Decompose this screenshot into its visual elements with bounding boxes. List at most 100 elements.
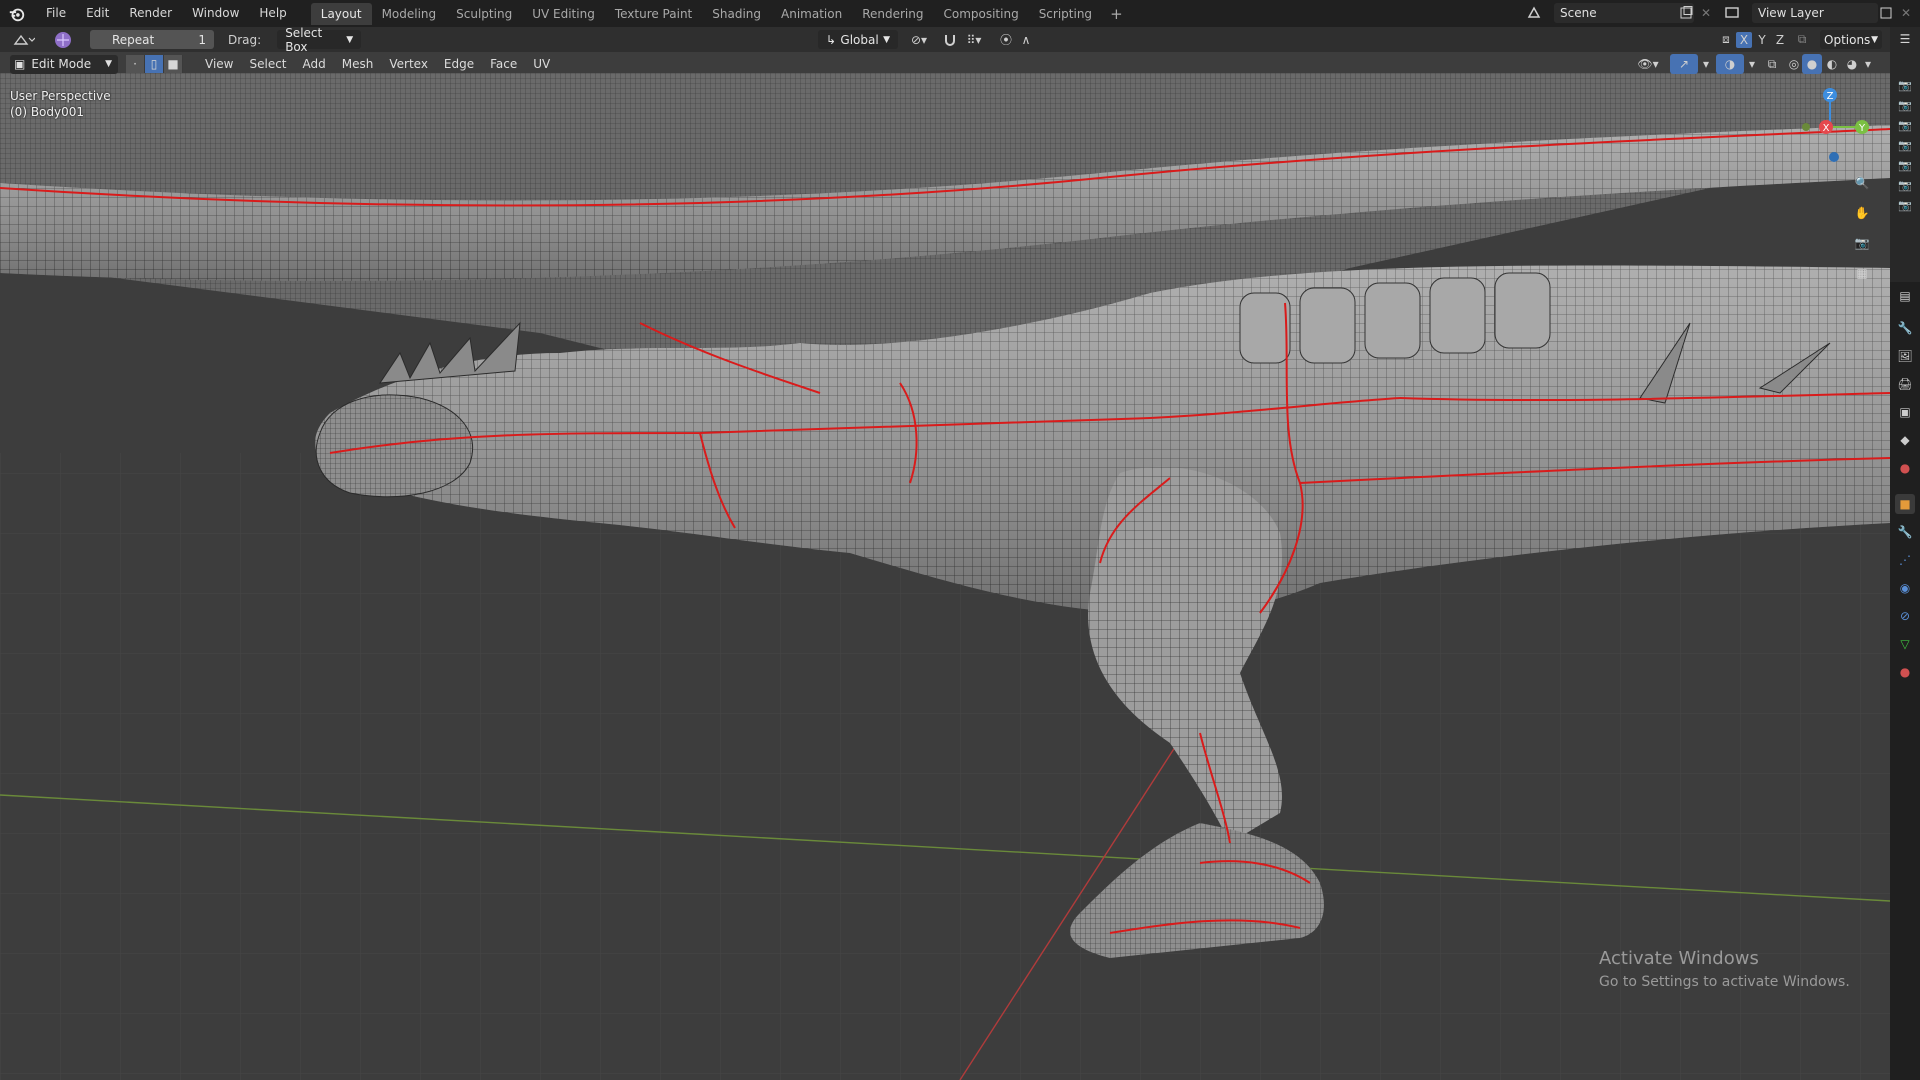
menu-help[interactable]: Help	[249, 0, 296, 27]
render-toggle-icon[interactable]: 📷	[1895, 95, 1915, 115]
pivot-point-icon[interactable]: ⊘▾	[904, 30, 934, 50]
particles-tab-icon[interactable]: ⋰	[1895, 550, 1915, 570]
render-toggle-icon[interactable]: 📷	[1895, 175, 1915, 195]
falloff-icon[interactable]: ∧	[1016, 30, 1036, 50]
chevron-down-icon[interactable]: ▾	[1700, 54, 1712, 74]
menu-uv[interactable]: UV	[525, 53, 558, 75]
grid-icon[interactable]: ▦	[1852, 263, 1872, 283]
mirror-z-toggle[interactable]: Z	[1772, 32, 1788, 48]
view-layer-field[interactable]: View Layer	[1752, 3, 1878, 23]
new-scene-icon[interactable]	[1676, 3, 1696, 23]
menu-edge[interactable]: Edge	[436, 53, 482, 75]
camera-icon[interactable]: 📷	[1852, 233, 1872, 253]
chevron-down-icon[interactable]: ▾	[1862, 54, 1874, 74]
render-toggle-icon[interactable]: 📷	[1895, 135, 1915, 155]
solid-shading-icon[interactable]: ●	[1802, 54, 1822, 74]
gizmo-icon[interactable]: ↗	[1670, 54, 1698, 74]
repeat-count: 1	[198, 32, 206, 47]
menu-window[interactable]: Window	[182, 0, 249, 27]
viewport-canvas[interactable]	[0, 53, 1890, 1080]
tab-animation[interactable]: Animation	[771, 3, 852, 25]
scene-browse-icon[interactable]	[1524, 3, 1544, 23]
menu-add[interactable]: Add	[295, 53, 334, 75]
tab-uv-editing[interactable]: UV Editing	[522, 3, 605, 25]
remove-view-layer-icon[interactable]: ✕	[1896, 3, 1916, 23]
modifier-tab-icon[interactable]: 🔧	[1895, 522, 1915, 542]
navigation-gizmo[interactable]: Z Y X	[1790, 85, 1870, 165]
menu-face[interactable]: Face	[482, 53, 525, 75]
constraints-tab-icon[interactable]: ⊘	[1895, 606, 1915, 626]
chevron-down-icon[interactable]: ▾	[1746, 54, 1758, 74]
mirror-y-toggle[interactable]: Y	[1754, 32, 1770, 48]
scene-name: Scene	[1560, 6, 1597, 20]
3d-viewport[interactable]: User Perspective (0) Body001 Z Y X 🔍 ✋ 📷…	[0, 53, 1890, 1080]
activation-watermark-subtitle: Go to Settings to activate Windows.	[1599, 974, 1850, 990]
xray-icon[interactable]: ⧉	[1762, 54, 1782, 74]
remove-scene-icon[interactable]: ✕	[1696, 3, 1716, 23]
snap-target-icon[interactable]: ⠿▾	[960, 30, 988, 50]
hand-icon[interactable]: ✋	[1852, 203, 1872, 223]
editor-type-icon[interactable]	[10, 30, 38, 50]
render-toggle-icon[interactable]: 📷	[1895, 195, 1915, 215]
outliner-icon[interactable]: ☰	[1895, 29, 1915, 49]
physics-tab-icon[interactable]: ◉	[1895, 578, 1915, 598]
mirror-x-toggle[interactable]: X	[1736, 31, 1752, 48]
view-layer-icon[interactable]	[1722, 3, 1742, 23]
edge-select-icon[interactable]: ▯	[145, 55, 164, 73]
render-toggle-icon[interactable]: 📷	[1895, 155, 1915, 175]
transform-orientation-select[interactable]: ↳ Global ▼	[818, 30, 898, 49]
active-tool-icon[interactable]	[52, 30, 74, 50]
blender-logo-icon[interactable]	[8, 5, 26, 23]
render-tab-icon[interactable]: 🖼	[1895, 346, 1915, 366]
output-tab-icon[interactable]: 🖨	[1895, 374, 1915, 394]
menu-select[interactable]: Select	[241, 53, 294, 75]
menu-mesh[interactable]: Mesh	[334, 53, 382, 75]
tab-scripting[interactable]: Scripting	[1029, 3, 1102, 25]
active-object-name: (0) Body001	[10, 105, 85, 119]
world-tab-icon[interactable]: ●	[1895, 458, 1915, 478]
repeat-button[interactable]: Repeat 1	[90, 30, 214, 49]
rendered-shading-icon[interactable]: ◕	[1842, 54, 1862, 74]
properties-editor-icon[interactable]: ▤	[1895, 286, 1915, 306]
snap-icon[interactable]	[940, 30, 960, 50]
mirror-icon[interactable]: ⧈	[1716, 30, 1736, 50]
tab-sculpting[interactable]: Sculpting	[446, 3, 522, 25]
zoom-icon[interactable]: 🔍	[1852, 173, 1872, 193]
face-select-icon[interactable]: ■	[164, 55, 183, 73]
render-toggle-icon[interactable]: 📷	[1895, 115, 1915, 135]
menu-vertex[interactable]: Vertex	[381, 53, 436, 75]
mode-select[interactable]: ▣ Edit Mode ▼	[10, 54, 118, 74]
overlay-icon[interactable]: ◑	[1716, 54, 1744, 74]
menu-file[interactable]: File	[36, 0, 76, 27]
vertex-select-icon[interactable]: ·	[126, 55, 145, 73]
new-view-layer-icon[interactable]	[1876, 3, 1896, 23]
visibility-icon[interactable]: 👁▾	[1634, 54, 1662, 74]
tab-modeling[interactable]: Modeling	[372, 3, 447, 25]
data-tab-icon[interactable]: ▽	[1895, 634, 1915, 654]
tab-rendering[interactable]: Rendering	[852, 3, 933, 25]
drag-select[interactable]: Select Box ▼	[277, 26, 362, 54]
proportional-icon[interactable]: ⦿	[996, 30, 1016, 50]
tool-tab-icon[interactable]: 🔧	[1895, 318, 1915, 338]
material-shading-icon[interactable]: ◐	[1822, 54, 1842, 74]
scene-field[interactable]: Scene	[1554, 3, 1694, 23]
menu-edit[interactable]: Edit	[76, 0, 119, 27]
tab-layout[interactable]: Layout	[310, 2, 372, 25]
tab-compositing[interactable]: Compositing	[933, 3, 1028, 25]
workspace-tabs: Layout Modeling Sculpting UV Editing Tex…	[310, 2, 1131, 25]
scene-tab-icon[interactable]: ◆	[1895, 430, 1915, 450]
material-tab-icon[interactable]: ●	[1895, 662, 1915, 682]
object-tab-icon[interactable]: ■	[1895, 494, 1915, 514]
menu-render[interactable]: Render	[119, 0, 182, 27]
tab-shading[interactable]: Shading	[702, 3, 771, 25]
options-dropdown[interactable]: Options ▼	[1820, 30, 1882, 49]
chevron-down-icon: ▼	[1871, 34, 1878, 45]
render-toggle-icon[interactable]: 📷	[1895, 75, 1915, 95]
menu-view[interactable]: View	[197, 53, 241, 75]
view-layer-tab-icon[interactable]: ▣	[1895, 402, 1915, 422]
auto-merge-icon[interactable]: ⧉	[1792, 30, 1812, 50]
dragon-head	[315, 394, 474, 498]
tab-texture-paint[interactable]: Texture Paint	[605, 3, 702, 25]
add-workspace-button[interactable]: +	[1102, 3, 1131, 25]
wireframe-shading-icon[interactable]: ◎	[1784, 54, 1804, 74]
